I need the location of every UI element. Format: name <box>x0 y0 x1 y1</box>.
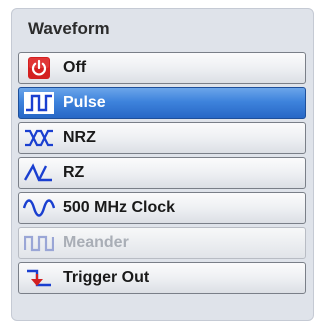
nrz-wave-icon <box>23 126 55 150</box>
panel-title: Waveform <box>28 19 110 38</box>
waveform-option-rz[interactable]: RZ <box>18 157 306 189</box>
waveform-option-pulse[interactable]: Pulse <box>18 87 306 119</box>
waveform-option-list: Off Pulse NRZ RZ 500 MHz Clock Meander T… <box>18 52 306 297</box>
waveform-option-trigger-out[interactable]: Trigger Out <box>18 262 306 294</box>
waveform-panel: Waveform Off Pulse NRZ RZ 500 MHz Clock … <box>11 8 314 321</box>
waveform-option-500mhz-clock[interactable]: 500 MHz Clock <box>18 192 306 224</box>
waveform-option-label: Off <box>63 59 87 76</box>
meander-wave-icon <box>23 231 55 255</box>
waveform-option-label: Meander <box>63 234 129 251</box>
pulse-wave-icon <box>23 91 55 115</box>
waveform-option-label: Pulse <box>63 94 106 111</box>
rz-wave-icon <box>23 161 55 185</box>
power-icon <box>23 56 55 80</box>
waveform-option-label: NRZ <box>63 129 96 146</box>
waveform-option-meander: Meander <box>18 227 306 259</box>
waveform-option-off[interactable]: Off <box>18 52 306 84</box>
waveform-option-label: Trigger Out <box>63 269 150 286</box>
sine-wave-icon <box>23 196 55 220</box>
waveform-option-label: RZ <box>63 164 85 181</box>
trigger-out-icon <box>23 266 55 290</box>
waveform-option-nrz[interactable]: NRZ <box>18 122 306 154</box>
waveform-option-label: 500 MHz Clock <box>63 199 176 216</box>
